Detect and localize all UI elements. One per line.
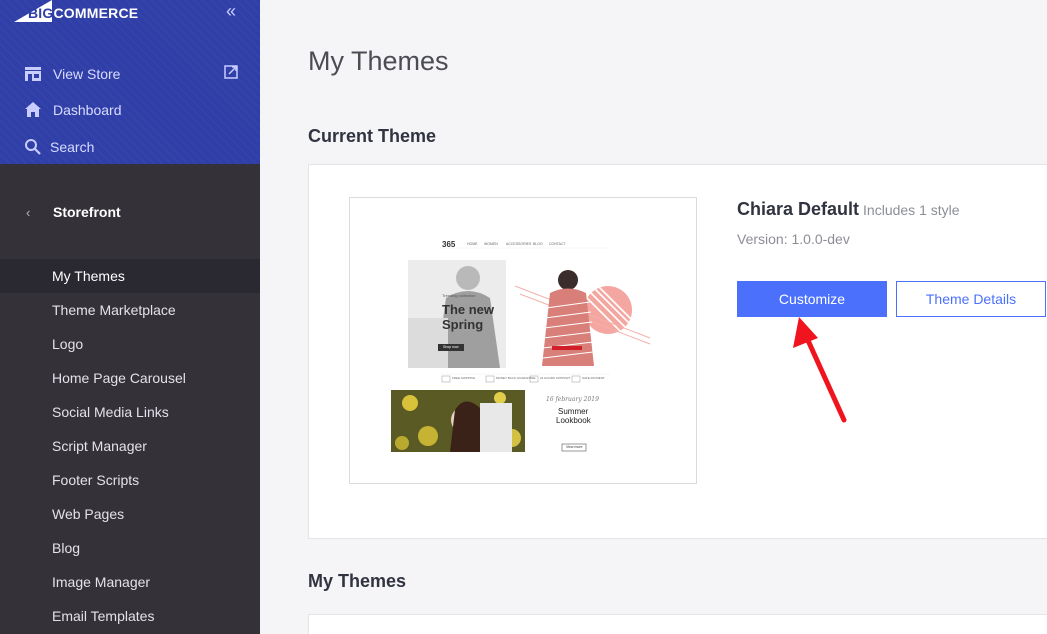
preview-lookbook-1: Summer — [558, 407, 589, 416]
page-title: My Themes — [308, 46, 449, 76]
main-content: My Themes Current Theme 365 HOME WOMEN A… — [260, 0, 1047, 634]
sidebar-item-blog[interactable]: Blog — [0, 531, 260, 565]
customize-button[interactable]: Customize — [737, 281, 887, 317]
preview-headline-1: The new — [442, 302, 495, 317]
theme-name: Chiara Default Includes 1 style — [737, 199, 960, 220]
theme-preview-illustration — [391, 247, 651, 452]
preview-nav-accessories: ACCESSORIES — [506, 242, 532, 246]
sidebar-item-footer-scripts[interactable]: Footer Scripts — [0, 463, 260, 497]
collapse-sidebar-button[interactable]: « — [222, 2, 240, 21]
sidebar-item-label: Dashboard — [53, 102, 122, 118]
sidebar-item-home-page-carousel[interactable]: Home Page Carousel — [0, 361, 260, 395]
sidebar-item-script-manager[interactable]: Script Manager — [0, 429, 260, 463]
sidebar-item-social-media-links[interactable]: Social Media Links — [0, 395, 260, 429]
sidebar-section-label: Storefront — [53, 204, 121, 220]
my-themes-heading: My Themes — [308, 571, 407, 591]
sidebar: BIGCOMMERCE « View Store Dashboard Searc… — [0, 0, 260, 634]
sidebar-item-search[interactable]: Search — [0, 132, 260, 162]
theme-details-button[interactable]: Theme Details — [896, 281, 1046, 317]
bigcommerce-logo[interactable]: BIGCOMMERCE — [14, 0, 138, 24]
theme-version: Version: 1.0.0-dev — [737, 231, 850, 247]
preview-feature-2: MONEY BACK GUARANTEE — [496, 376, 536, 380]
chevron-left-icon[interactable]: ‹ — [26, 205, 30, 220]
sidebar-item-my-themes[interactable]: My Themes — [0, 259, 260, 293]
logo-big-text: BIG — [28, 5, 54, 21]
preview-kicker: Trending collection — [442, 293, 476, 298]
preview-shop-button: Shop now — [443, 345, 459, 349]
logo-commerce-text: COMMERCE — [53, 5, 139, 21]
my-themes-card — [308, 614, 1047, 634]
sidebar-item-web-pages[interactable]: Web Pages — [0, 497, 260, 531]
storefront-icon — [25, 67, 41, 81]
annotation-arrow-icon — [793, 317, 847, 423]
sidebar-section-storefront[interactable]: ‹ Storefront — [0, 196, 260, 228]
current-theme-heading: Current Theme — [308, 126, 437, 146]
sidebar-item-view-store[interactable]: View Store — [0, 59, 260, 89]
preview-feature-3: 24 HOURS SUPPORT — [540, 376, 571, 380]
theme-preview-image[interactable]: 365 HOME WOMEN ACCESSORIES BLOG CONTACT … — [349, 197, 697, 484]
theme-styles-count: Includes 1 style — [863, 202, 960, 218]
preview-nav-contact: CONTACT — [549, 242, 566, 246]
sidebar-item-theme-marketplace[interactable]: Theme Marketplace — [0, 293, 260, 327]
sidebar-item-image-manager[interactable]: Image Manager — [0, 565, 260, 599]
external-link-icon[interactable] — [224, 65, 238, 79]
preview-nav-women: WOMEN — [484, 242, 498, 246]
preview-script-date: 16 february 2019 — [546, 396, 599, 403]
sidebar-item-email-templates[interactable]: Email Templates — [0, 599, 260, 633]
theme-name-text: Chiara Default — [737, 199, 860, 219]
current-theme-card: 365 HOME WOMEN ACCESSORIES BLOG CONTACT … — [308, 164, 1047, 539]
sidebar-item-label: Search — [50, 139, 95, 155]
sidebar-item-label: View Store — [53, 66, 121, 82]
preview-feature-1: FREE SHIPPING — [452, 376, 476, 380]
preview-logo: 365 — [442, 240, 456, 249]
search-icon — [25, 139, 41, 155]
preview-nav-blog: BLOG — [533, 242, 543, 246]
home-icon — [25, 102, 41, 117]
sidebar-item-logo[interactable]: Logo — [0, 327, 260, 361]
preview-lookbook-button: View more — [566, 445, 583, 449]
sidebar-header: BIGCOMMERCE « View Store Dashboard Searc… — [0, 0, 260, 164]
preview-nav-home: HOME — [467, 242, 478, 246]
preview-feature-4: SAFE PAYMENT — [582, 376, 605, 380]
preview-headline-2: Spring — [442, 317, 484, 332]
preview-lookbook-2: Lookbook — [556, 416, 591, 425]
sidebar-item-dashboard[interactable]: Dashboard — [0, 95, 260, 125]
